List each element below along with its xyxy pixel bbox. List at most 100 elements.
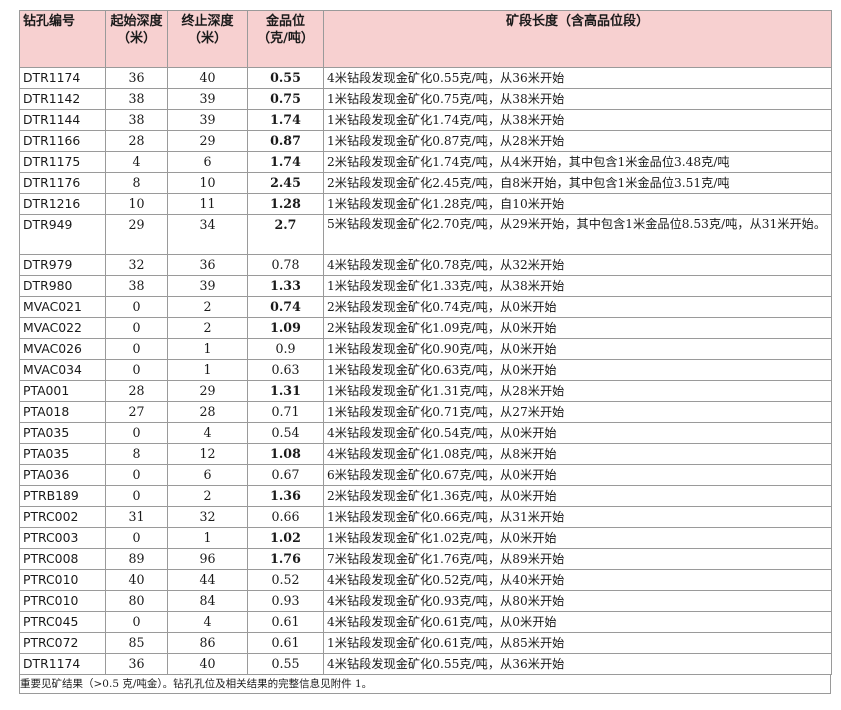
from-depth-cell: 36	[105, 67, 168, 89]
table-header-row: 钻孔编号 起始深度（米） 终止深度（米） 金品位（克/吨） 矿段长度（含高品位段…	[19, 10, 832, 68]
interval-description-cell: 4米钻段发现金矿化0.55克/吨，从36米开始	[323, 653, 832, 675]
from-depth-cell: 0	[105, 464, 168, 486]
from-depth-cell: 28	[105, 380, 168, 402]
table-row: PTA035 0 4 0.54 4米钻段发现金矿化0.54克/吨，从0米开始	[19, 422, 832, 444]
hole-id-cell: PTA036	[19, 464, 106, 486]
to-depth-cell: 4	[167, 611, 248, 633]
hole-id-cell: PTRC003	[19, 527, 106, 549]
from-depth-cell: 89	[105, 548, 168, 570]
table-row: PTRC008 89 96 1.76 7米钻段发现金矿化1.76克/吨，从89米开始	[19, 548, 832, 570]
interval-description-cell: 2米钻段发现金矿化1.09克/吨，从0米开始	[323, 317, 832, 339]
header-interval-description: 矿段长度（含高品位段）	[323, 10, 832, 68]
header-to-depth: 终止深度（米）	[167, 10, 248, 68]
hole-id-cell: PTRC010	[19, 569, 106, 591]
to-depth-cell: 40	[167, 653, 248, 675]
from-depth-cell: 8	[105, 172, 168, 194]
table-row: DTR1174 36 40 0.55 4米钻段发现金矿化0.55克/吨，从36米开始	[19, 653, 832, 675]
interval-description-cell: 6米钻段发现金矿化0.67克/吨，从0米开始	[323, 464, 832, 486]
from-depth-cell: 10	[105, 193, 168, 215]
hole-id-cell: PTRB189	[19, 485, 106, 507]
results-table-container: 钻孔编号 起始深度（米） 终止深度（米） 金品位（克/吨） 矿段长度（含高品位段…	[19, 10, 832, 694]
table-row: DTR980 38 39 1.33 1米钻段发现金矿化1.33克/吨，从38米开始	[19, 275, 832, 297]
to-depth-cell: 39	[167, 88, 248, 110]
hole-id-cell: DTR1142	[19, 88, 106, 110]
gold-grade-cell: 0.67	[247, 464, 324, 486]
from-depth-cell: 38	[105, 109, 168, 131]
gold-grade-cell: 1.28	[247, 193, 324, 215]
from-depth-cell: 0	[105, 296, 168, 318]
from-depth-cell: 80	[105, 590, 168, 612]
hole-id-cell: PTA001	[19, 380, 106, 402]
hole-id-cell: MVAC034	[19, 359, 106, 381]
from-depth-cell: 32	[105, 254, 168, 276]
hole-id-cell: DTR949	[19, 214, 106, 255]
gold-grade-cell: 0.9	[247, 338, 324, 360]
interval-description-cell: 1米钻段发现金矿化0.66克/吨，从31米开始	[323, 506, 832, 528]
table-row: DTR1174 36 40 0.55 4米钻段发现金矿化0.55克/吨，从36米开始	[19, 67, 832, 89]
table-row: PTA036 0 6 0.67 6米钻段发现金矿化0.67克/吨，从0米开始	[19, 464, 832, 486]
to-depth-cell: 1	[167, 527, 248, 549]
table-footnote: 重要见矿结果（>0.5 克/吨金）。钻孔孔位及相关结果的完整信息见附件 1。	[19, 675, 831, 694]
to-depth-cell: 44	[167, 569, 248, 591]
to-depth-cell: 11	[167, 193, 248, 215]
interval-description-cell: 1米钻段发现金矿化0.71克/吨，从27米开始	[323, 401, 832, 423]
to-depth-cell: 34	[167, 214, 248, 255]
interval-description-cell: 1米钻段发现金矿化1.02克/吨，从0米开始	[323, 527, 832, 549]
hole-id-cell: DTR1144	[19, 109, 106, 131]
hole-id-cell: PTA018	[19, 401, 106, 423]
gold-grade-cell: 1.33	[247, 275, 324, 297]
interval-description-cell: 4米钻段发现金矿化0.61克/吨，从0米开始	[323, 611, 832, 633]
interval-description-cell: 4米钻段发现金矿化0.52克/吨，从40米开始	[323, 569, 832, 591]
from-depth-cell: 40	[105, 569, 168, 591]
hole-id-cell: PTRC010	[19, 590, 106, 612]
interval-description-cell: 4米钻段发现金矿化0.78克/吨，从32米开始	[323, 254, 832, 276]
from-depth-cell: 31	[105, 506, 168, 528]
interval-description-cell: 1米钻段发现金矿化0.90克/吨，从0米开始	[323, 338, 832, 360]
table-row: DTR1216 10 11 1.28 1米钻段发现金矿化1.28克/吨，自10米开始	[19, 193, 832, 215]
interval-description-cell: 1米钻段发现金矿化0.87克/吨，从28米开始	[323, 130, 832, 152]
table-row: PTA018 27 28 0.71 1米钻段发现金矿化0.71克/吨，从27米开始	[19, 401, 832, 423]
interval-description-cell: 2米钻段发现金矿化1.74克/吨，从4米开始，其中包含1米金品位3.48克/吨	[323, 151, 832, 173]
interval-description-cell: 7米钻段发现金矿化1.76克/吨，从89米开始	[323, 548, 832, 570]
gold-grade-cell: 0.87	[247, 130, 324, 152]
gold-grade-cell: 2.7	[247, 214, 324, 255]
gold-grade-cell: 0.75	[247, 88, 324, 110]
gold-grade-cell: 0.71	[247, 401, 324, 423]
interval-description-cell: 2米钻段发现金矿化2.45克/吨，自8米开始，其中包含1米金品位3.51克/吨	[323, 172, 832, 194]
table-row: MVAC026 0 1 0.9 1米钻段发现金矿化0.90克/吨，从0米开始	[19, 338, 832, 360]
from-depth-cell: 36	[105, 653, 168, 675]
header-hole-id: 钻孔编号	[19, 10, 106, 68]
hole-id-cell: PTA035	[19, 443, 106, 465]
table-row: DTR1142 38 39 0.75 1米钻段发现金矿化0.75克/吨，从38米开始	[19, 88, 832, 110]
to-depth-cell: 1	[167, 359, 248, 381]
hole-id-cell: DTR1175	[19, 151, 106, 173]
to-depth-cell: 2	[167, 317, 248, 339]
gold-grade-cell: 0.63	[247, 359, 324, 381]
from-depth-cell: 38	[105, 88, 168, 110]
to-depth-cell: 4	[167, 422, 248, 444]
gold-grade-cell: 1.08	[247, 443, 324, 465]
from-depth-cell: 0	[105, 527, 168, 549]
table-row: PTRC010 40 44 0.52 4米钻段发现金矿化0.52克/吨，从40米开始	[19, 569, 832, 591]
table-row: PTA001 28 29 1.31 1米钻段发现金矿化1.31克/吨，从28米开始	[19, 380, 832, 402]
table-row: MVAC021 0 2 0.74 2米钻段发现金矿化0.74克/吨，从0米开始	[19, 296, 832, 318]
to-depth-cell: 12	[167, 443, 248, 465]
gold-grade-cell: 1.31	[247, 380, 324, 402]
to-depth-cell: 29	[167, 130, 248, 152]
table-row: DTR979 32 36 0.78 4米钻段发现金矿化0.78克/吨，从32米开始	[19, 254, 832, 276]
gold-grade-cell: 0.78	[247, 254, 324, 276]
from-depth-cell: 29	[105, 214, 168, 255]
hole-id-cell: DTR1166	[19, 130, 106, 152]
table-row: PTRC045 0 4 0.61 4米钻段发现金矿化0.61克/吨，从0米开始	[19, 611, 832, 633]
interval-description-cell: 2米钻段发现金矿化1.36克/吨，从0米开始	[323, 485, 832, 507]
to-depth-cell: 1	[167, 338, 248, 360]
table-row: DTR1166 28 29 0.87 1米钻段发现金矿化0.87克/吨，从28米开始	[19, 130, 832, 152]
hole-id-cell: DTR979	[19, 254, 106, 276]
to-depth-cell: 28	[167, 401, 248, 423]
to-depth-cell: 29	[167, 380, 248, 402]
interval-description-cell: 4米钻段发现金矿化0.93克/吨，从80米开始	[323, 590, 832, 612]
gold-grade-cell: 0.54	[247, 422, 324, 444]
to-depth-cell: 40	[167, 67, 248, 89]
table-row: PTRB189 0 2 1.36 2米钻段发现金矿化1.36克/吨，从0米开始	[19, 485, 832, 507]
hole-id-cell: MVAC026	[19, 338, 106, 360]
